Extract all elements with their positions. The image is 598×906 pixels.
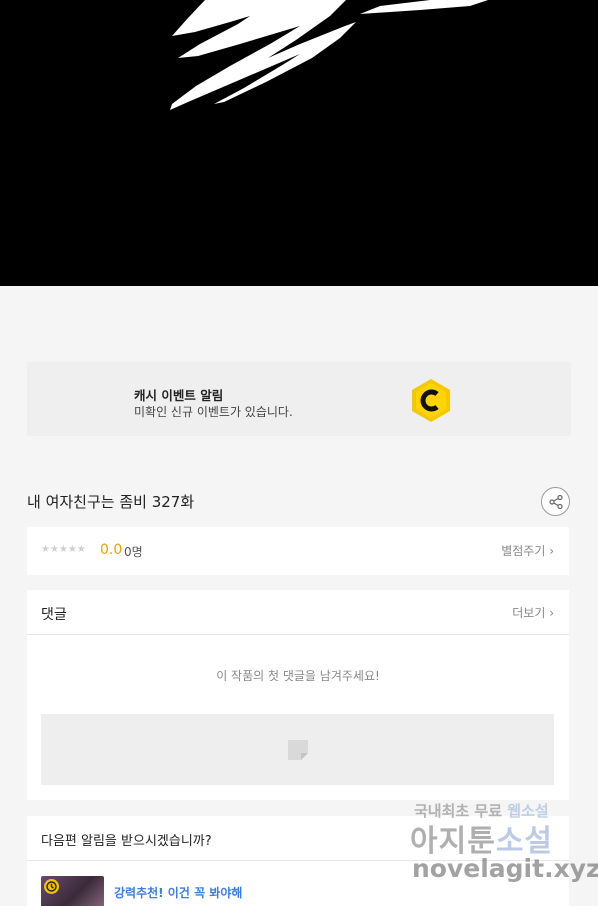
rating-score: 0.0 <box>100 542 123 558</box>
site-watermark: 국내최초 무료 웹소설 아지툰소설 novelagit.xyz <box>410 798 598 890</box>
share-button[interactable] <box>541 487 570 516</box>
rating-stars: ★★★★★ <box>41 544 86 555</box>
comment-input[interactable] <box>41 714 554 785</box>
notify-question: 다음편 알림을 받으시겠습니까? <box>41 834 212 849</box>
divider <box>27 634 569 635</box>
rate-button[interactable]: 별점주기 › <box>501 542 554 559</box>
cash-event-banner[interactable]: 캐시 이벤트 알림 미확인 신규 이벤트가 있습니다. <box>27 362 571 436</box>
rating-card: ★★★★★ 0.0 0명 별점주기 › <box>27 527 569 575</box>
comments-more-link[interactable]: 더보기 › <box>512 604 554 621</box>
comments-empty-message: 이 작품의 첫 댓글을 남겨주세요! <box>216 669 380 683</box>
recommendation-link[interactable]: 강력추천! 이건 꼭 봐야해 <box>114 884 242 901</box>
share-icon <box>549 495 563 509</box>
clock-icon <box>46 881 57 892</box>
brush-strokes-graphic <box>170 0 488 110</box>
recommendation-thumbnail[interactable] <box>41 876 104 906</box>
episode-title: 내 여자친구는 좀비 327화 <box>27 493 195 511</box>
comic-panel-image <box>0 0 598 286</box>
cash-event-title: 캐시 이벤트 알림 <box>134 388 224 403</box>
comments-heading: 댓글 <box>41 607 67 623</box>
watermark-url: novelagit.xyz <box>412 854 598 883</box>
comments-card: 댓글 더보기 › 이 작품의 첫 댓글을 남겨주세요! <box>27 590 569 800</box>
cash-event-description: 미확인 신규 이벤트가 있습니다. <box>134 405 293 419</box>
note-icon <box>288 740 308 760</box>
clock-badge <box>44 879 59 894</box>
cash-c-icon <box>412 379 450 422</box>
rating-count: 0명 <box>124 545 143 559</box>
